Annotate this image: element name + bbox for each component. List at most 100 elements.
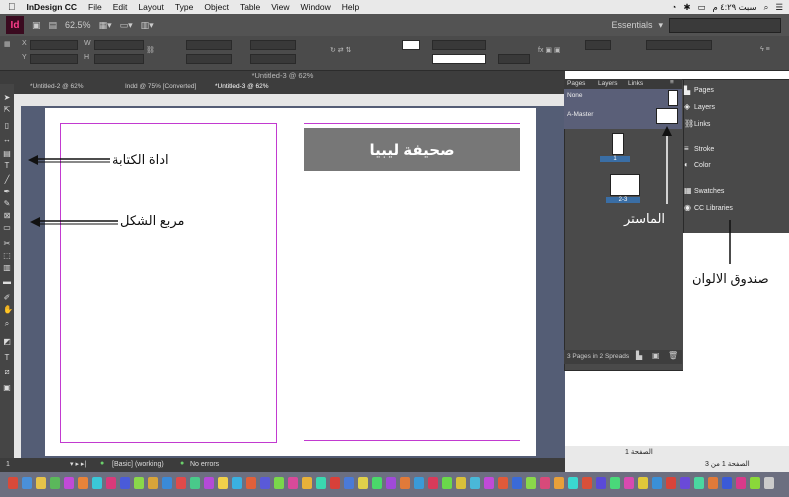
- scissors-tool-icon[interactable]: ✂: [3, 240, 11, 248]
- menu-app-name[interactable]: InDesign CC: [27, 2, 78, 12]
- tab-layers[interactable]: Layers: [598, 80, 618, 87]
- fill-swatch[interactable]: [402, 40, 420, 50]
- dock-app-icon[interactable]: [148, 477, 158, 489]
- zoom-tool-icon[interactable]: ⌕: [3, 320, 11, 328]
- free-transform-tool-icon[interactable]: ⬚: [3, 252, 11, 260]
- menubar-clock[interactable]: سبت ٤:٢٩ م: [713, 2, 757, 13]
- page-number-field[interactable]: 1: [6, 461, 10, 468]
- dock-app-icon[interactable]: [274, 477, 284, 489]
- content-collector-icon[interactable]: ▤: [3, 150, 11, 158]
- dock-app-icon[interactable]: [330, 477, 340, 489]
- dock-app-icon[interactable]: [568, 477, 578, 489]
- stroke-weight-field[interactable]: [432, 40, 486, 50]
- dock-app-icon[interactable]: [36, 477, 46, 489]
- dock-app-icon[interactable]: [246, 477, 256, 489]
- new-page-icon[interactable]: ▣: [652, 351, 660, 360]
- y-field[interactable]: [30, 54, 78, 64]
- zoom-level[interactable]: 62.5%: [65, 20, 91, 30]
- dock-app-icon[interactable]: [680, 477, 690, 489]
- constrain-link-icon[interactable]: ⛓: [146, 46, 155, 54]
- menu-type[interactable]: Type: [175, 2, 193, 12]
- stroke-type-field[interactable]: [432, 54, 486, 64]
- page-1-thumbnail[interactable]: [612, 133, 624, 155]
- spotlight-icon[interactable]: ⌕: [764, 2, 769, 13]
- master-a-label[interactable]: A-Master: [567, 111, 593, 118]
- dock-app-icon[interactable]: [582, 477, 592, 489]
- dock-app-icon[interactable]: [456, 477, 466, 489]
- dock-app-icon[interactable]: [498, 477, 508, 489]
- menu-object[interactable]: Object: [204, 2, 229, 12]
- menu-window[interactable]: Window: [301, 2, 331, 12]
- page-tool-icon[interactable]: ▯: [3, 122, 11, 130]
- minibridge-button-icon[interactable]: ▤: [49, 20, 58, 31]
- dock-app-icon[interactable]: [92, 477, 102, 489]
- dock-app-icon[interactable]: [120, 477, 130, 489]
- master-a-thumbnail[interactable]: [656, 108, 678, 124]
- object-style-field[interactable]: [646, 40, 712, 50]
- opacity-field[interactable]: [498, 54, 530, 64]
- dock-app-icon[interactable]: [652, 477, 662, 489]
- dock-app-icon[interactable]: [78, 477, 88, 489]
- menu-help[interactable]: Help: [342, 2, 359, 12]
- gradient-tool-icon[interactable]: ▥: [3, 264, 11, 272]
- doc-tab-untitled-2[interactable]: *Untitled-2 @ 62%: [30, 83, 84, 93]
- dock-app-icon[interactable]: [722, 477, 732, 489]
- dock-app-icon[interactable]: [610, 477, 620, 489]
- rotate-field[interactable]: [250, 40, 296, 50]
- dock-app-icon[interactable]: [638, 477, 648, 489]
- formatting-container-icon[interactable]: T: [3, 354, 11, 362]
- arrange-documents-icon[interactable]: ▥▾: [141, 20, 154, 31]
- dock-app-icon[interactable]: [8, 477, 18, 489]
- dock-app-icon[interactable]: [218, 477, 228, 489]
- wifi-icon[interactable]: ◔: [671, 2, 676, 12]
- dock-app-icon[interactable]: [666, 477, 676, 489]
- dock-app-icon[interactable]: [106, 477, 116, 489]
- apple-icon[interactable]: : [8, 2, 16, 13]
- view-options-icon[interactable]: ▦▾: [99, 20, 112, 31]
- dock-app-icon[interactable]: [344, 477, 354, 489]
- hand-tool-icon[interactable]: ✋: [3, 306, 13, 314]
- dock-app-icon[interactable]: [176, 477, 186, 489]
- rectangle-frame-tool-icon[interactable]: ⊠: [3, 212, 11, 220]
- dock-app-icon[interactable]: [50, 477, 60, 489]
- dock-app-icon[interactable]: [526, 477, 536, 489]
- preflight-errors[interactable]: No errors: [190, 461, 219, 468]
- menu-layout[interactable]: Layout: [138, 2, 164, 12]
- vertical-ruler[interactable]: [14, 106, 21, 458]
- effects-icon[interactable]: fx ▣ ▣: [538, 46, 561, 54]
- reference-point-icon[interactable]: ▦: [4, 40, 11, 48]
- direct-selection-tool-icon[interactable]: ⇱: [3, 106, 11, 114]
- dock-app-icon[interactable]: [288, 477, 298, 489]
- dock-app-icon[interactable]: [260, 477, 270, 489]
- battery-icon[interactable]: ▭: [697, 2, 705, 13]
- menu-table[interactable]: Table: [240, 2, 260, 12]
- workspace-switcher[interactable]: Essentials: [611, 20, 652, 30]
- dock-app-icon[interactable]: [190, 477, 200, 489]
- dock-app-icon[interactable]: [554, 477, 564, 489]
- chevron-down-icon[interactable]: ▾: [658, 20, 663, 31]
- screen-mode-icon[interactable]: ▭▾: [120, 20, 133, 31]
- side-item-swatches[interactable]: Swatches: [694, 188, 724, 195]
- delete-page-icon[interactable]: 🗑: [668, 351, 678, 360]
- dock-app-icon[interactable]: [134, 477, 144, 489]
- side-item-cc-libraries[interactable]: CC Libraries: [694, 205, 733, 212]
- newspaper-title-frame[interactable]: صحيفة ليبيا: [304, 128, 520, 171]
- spread-2-3-thumbnail[interactable]: [610, 174, 640, 196]
- dock-app-icon[interactable]: [512, 477, 522, 489]
- lightning-icon[interactable]: ϟ ≡: [760, 46, 770, 53]
- selection-tool-icon[interactable]: ➤: [3, 94, 11, 102]
- color-panel-icon[interactable]: ◐: [684, 160, 689, 169]
- scale-y-field[interactable]: [186, 54, 232, 64]
- doc-tab-untitled-3[interactable]: *Untitled-3 @ 62%: [215, 83, 269, 93]
- edit-page-size-icon[interactable]: ▙: [636, 351, 642, 360]
- dock-app-icon[interactable]: [694, 477, 704, 489]
- help-search-input[interactable]: [669, 17, 781, 33]
- side-item-layers[interactable]: Layers: [694, 104, 715, 111]
- side-item-pages[interactable]: Pages: [694, 87, 714, 94]
- dock-app-icon[interactable]: [372, 477, 382, 489]
- dock-app-icon[interactable]: [750, 477, 760, 489]
- pages-panel-icon[interactable]: ▙: [684, 86, 690, 95]
- menu-file[interactable]: File: [88, 2, 102, 12]
- preflight-profile[interactable]: [Basic] (working): [112, 461, 164, 468]
- dock-app-icon[interactable]: [204, 477, 214, 489]
